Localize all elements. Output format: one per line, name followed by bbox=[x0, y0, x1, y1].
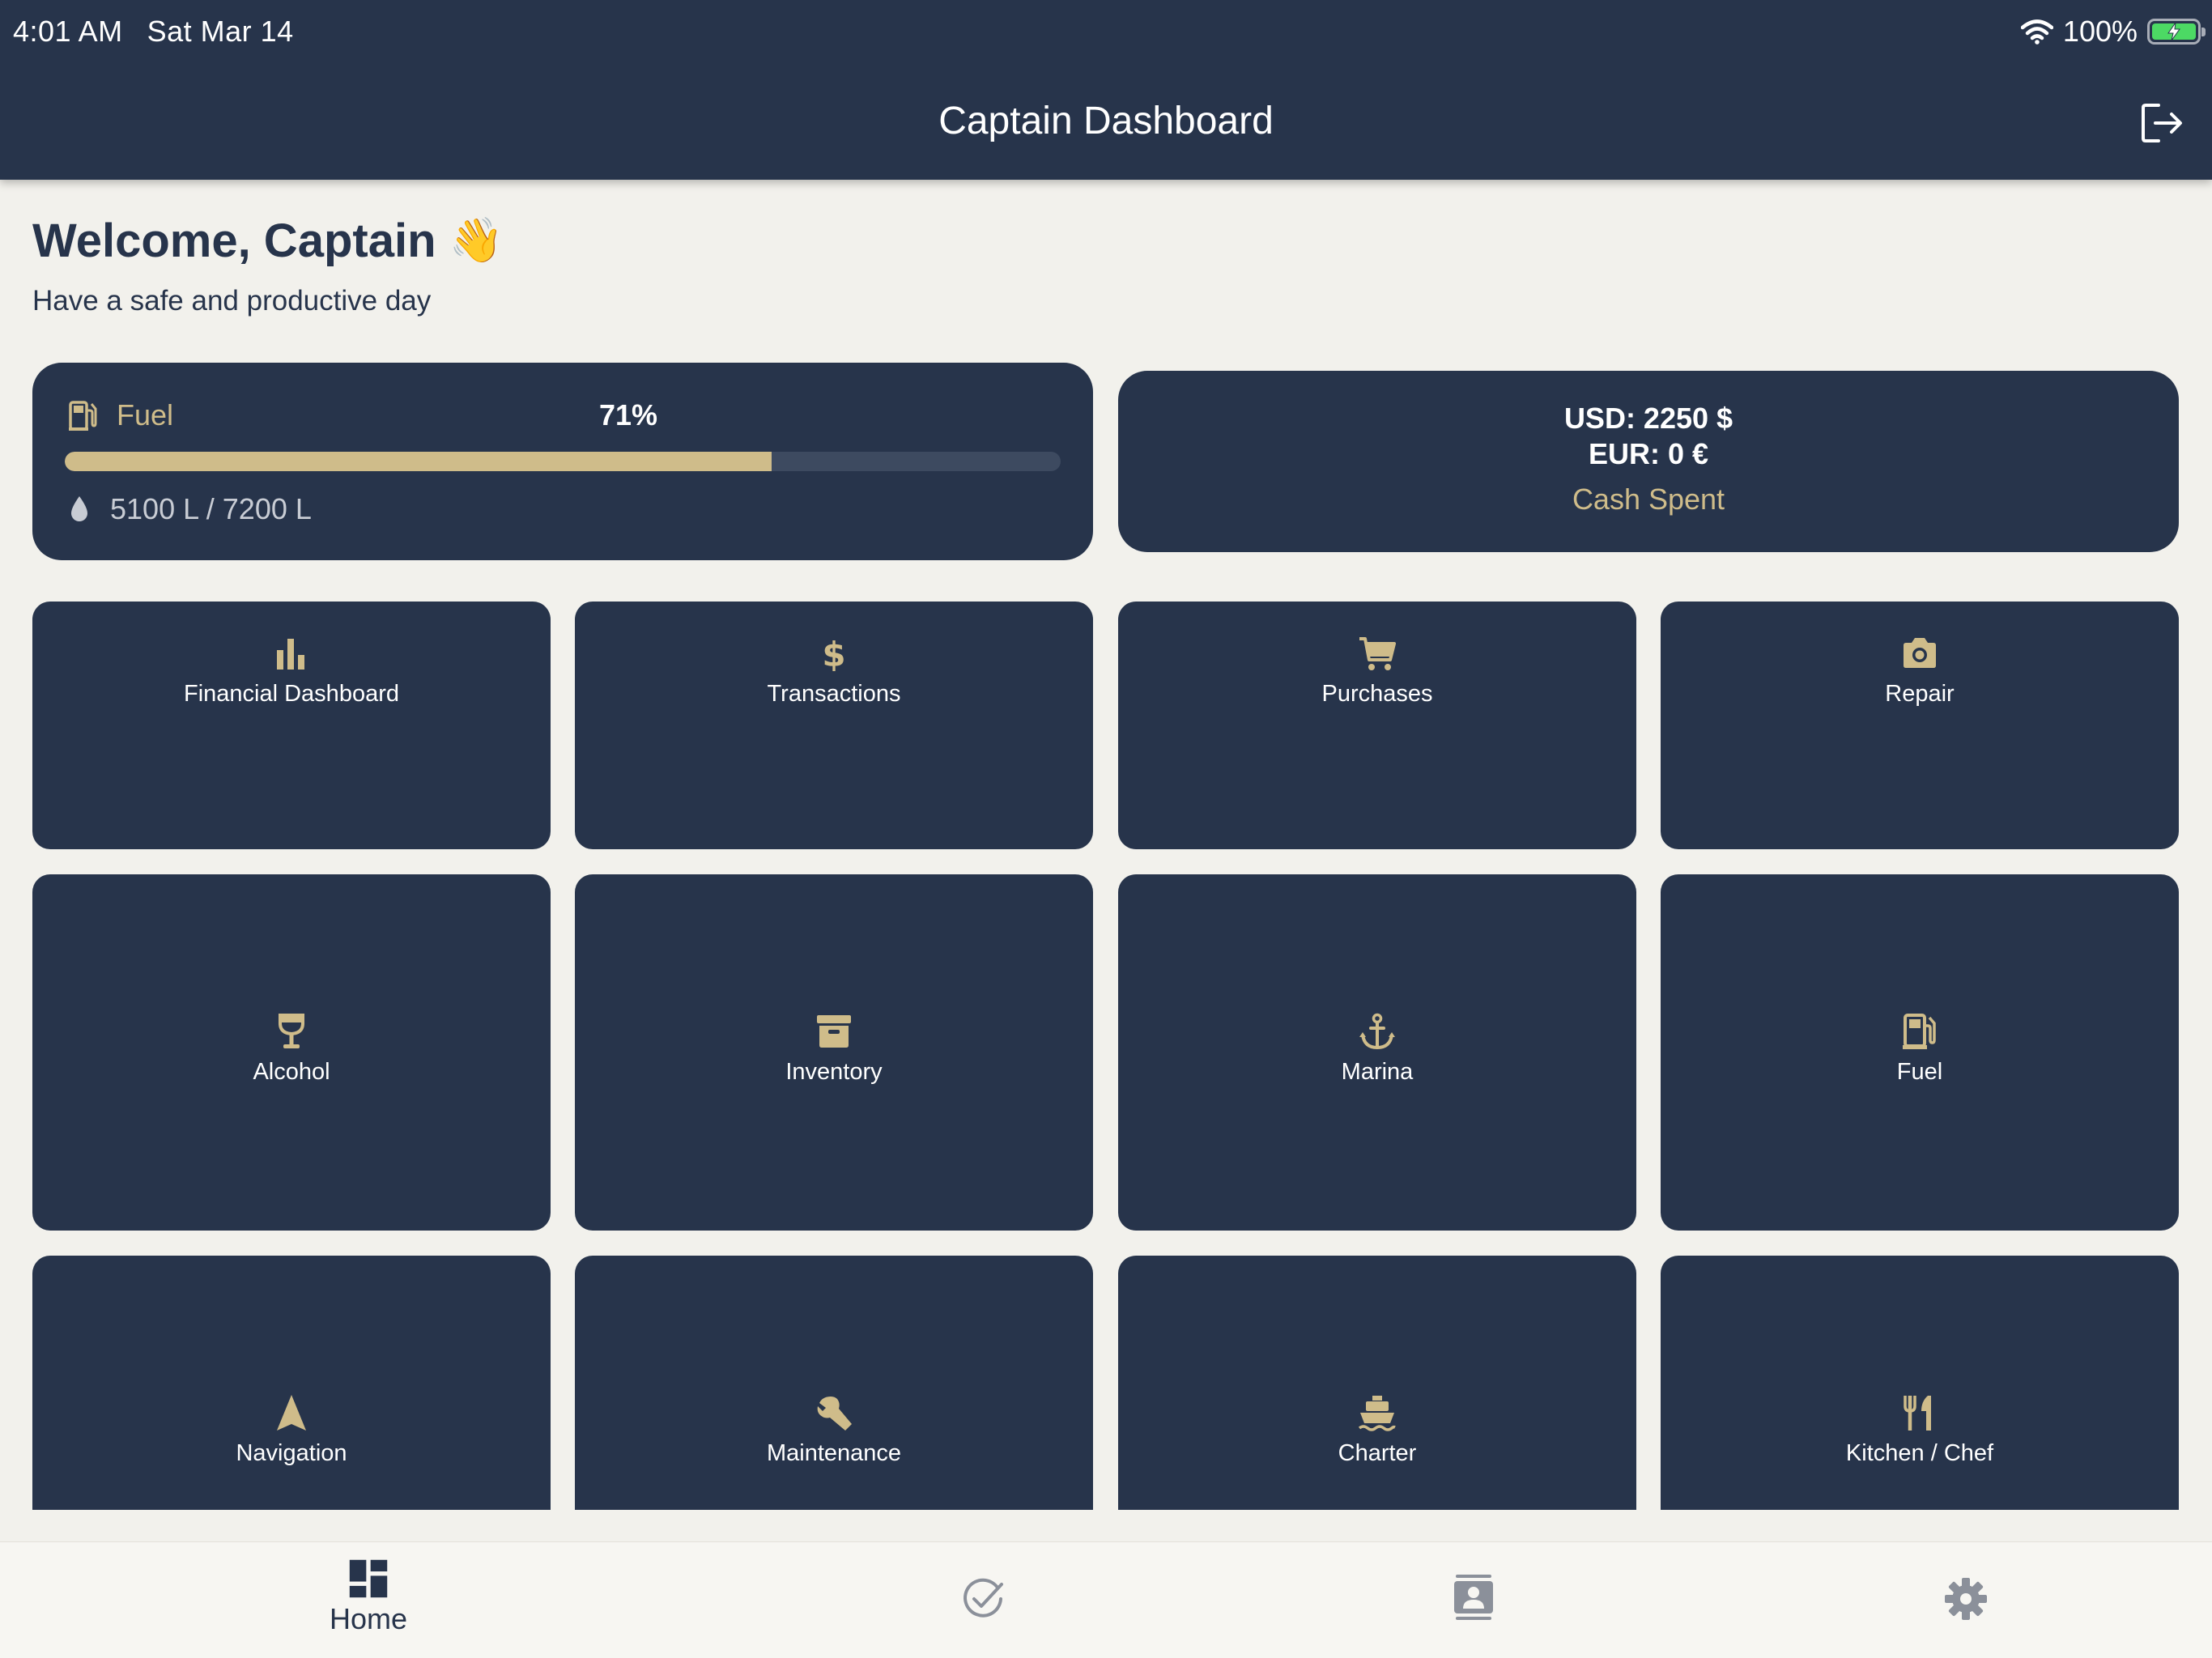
tile-marina[interactable]: Marina bbox=[1118, 874, 1636, 1231]
tile-label: Fuel bbox=[1896, 1059, 1943, 1085]
archive-box-icon bbox=[817, 1015, 851, 1048]
status-time: 4:01 AM bbox=[13, 15, 123, 48]
wrench-icon bbox=[817, 1397, 852, 1431]
camera-icon bbox=[1904, 638, 1936, 668]
tile-label: Financial Dashboard bbox=[184, 681, 399, 707]
fuel-amount: 5100 L / 7200 L bbox=[110, 492, 312, 525]
tile-alcohol[interactable]: Alcohol bbox=[32, 874, 551, 1231]
gas-pump-icon bbox=[69, 401, 97, 431]
tile-label: Purchases bbox=[1321, 681, 1433, 707]
wifi-icon bbox=[2020, 19, 2053, 45]
tile-financial-dashboard[interactable]: Financial Dashboard bbox=[32, 602, 551, 849]
bar-chart-icon bbox=[277, 639, 304, 670]
tile-navigation[interactable]: Navigation bbox=[32, 1256, 551, 1510]
fuel-progress-fill bbox=[65, 452, 772, 471]
fuel-label: Fuel bbox=[117, 398, 174, 432]
tile-repair[interactable]: Repair bbox=[1661, 602, 2179, 849]
gas-pump-icon bbox=[1903, 1014, 1936, 1049]
cash-eur: EUR: 0 € bbox=[1588, 437, 1709, 470]
navigation-arrow-icon bbox=[277, 1395, 306, 1431]
welcome-heading: Welcome, Captain 👋 bbox=[32, 214, 504, 268]
battery-percent: 100% bbox=[2062, 15, 2138, 48]
tile-label: Maintenance bbox=[766, 1440, 902, 1466]
cash-usd: USD: 2250 $ bbox=[1563, 402, 1733, 435]
tile-label: Charter bbox=[1338, 1440, 1417, 1466]
tile-transactions[interactable]: $ Transactions bbox=[575, 602, 1093, 849]
contact-book-icon bbox=[1454, 1575, 1493, 1620]
check-circle-icon bbox=[963, 1578, 1003, 1618]
welcome-subtitle: Have a safe and productive day bbox=[32, 285, 432, 317]
fuel-label-row: Fuel bbox=[68, 398, 173, 432]
tile-label: Inventory bbox=[785, 1059, 883, 1085]
page-title: Captain Dashboard bbox=[938, 100, 1274, 142]
tile-label: Marina bbox=[1341, 1059, 1414, 1085]
cash-spent-label: Cash Spent bbox=[1572, 483, 1725, 516]
tile-purchases[interactable]: Purchases bbox=[1118, 602, 1636, 849]
status-bar-time-date: 4:01 AM Sat Mar 14 bbox=[13, 15, 294, 49]
svg-text:$: $ bbox=[822, 635, 845, 673]
bottom-tab-bar: Home bbox=[0, 1541, 2212, 1658]
cash-spent-card[interactable]: USD: 2250 $ EUR: 0 € Cash Spent bbox=[1118, 371, 2179, 552]
tab-tasks[interactable] bbox=[902, 1576, 1064, 1622]
droplet-icon bbox=[71, 496, 87, 521]
cart-icon bbox=[1359, 637, 1396, 670]
fuel-summary-card[interactable]: Fuel 71% 5100 L / 7200 L bbox=[32, 363, 1093, 560]
tab-home[interactable]: Home bbox=[287, 1558, 449, 1636]
tab-settings[interactable] bbox=[1885, 1576, 2047, 1622]
status-date: Sat Mar 14 bbox=[147, 15, 294, 48]
fuel-amount-row: 5100 L / 7200 L bbox=[68, 492, 312, 526]
tab-contacts[interactable] bbox=[1393, 1571, 1555, 1623]
tile-label: Alcohol bbox=[253, 1059, 330, 1085]
logout-icon[interactable] bbox=[2139, 100, 2184, 146]
fuel-percent: 71% bbox=[599, 398, 658, 432]
welcome-title-text: Welcome, Captain bbox=[32, 215, 436, 267]
tile-charter[interactable]: Charter bbox=[1118, 1256, 1636, 1510]
tile-label: Kitchen / Chef bbox=[1845, 1440, 1994, 1466]
tile-inventory[interactable]: Inventory bbox=[575, 874, 1093, 1231]
dashboard-grid-icon bbox=[349, 1559, 388, 1598]
tile-label: Navigation bbox=[236, 1440, 347, 1466]
tile-kitchen-chef[interactable]: Kitchen / Chef bbox=[1661, 1256, 2179, 1510]
waving-hand-icon: 👋 bbox=[449, 216, 504, 265]
dollar-icon: $ bbox=[822, 635, 845, 673]
glass-icon bbox=[279, 1014, 304, 1048]
ship-icon bbox=[1358, 1396, 1396, 1431]
tab-home-label: Home bbox=[329, 1602, 408, 1635]
top-bar: 4:01 AM Sat Mar 14 100% Captain Dashboard bbox=[0, 0, 2212, 180]
tile-fuel[interactable]: Fuel bbox=[1661, 874, 2179, 1231]
status-bar-indicators: 100% bbox=[2020, 11, 2206, 52]
fuel-progress-bar bbox=[65, 452, 1061, 471]
gear-icon bbox=[1945, 1578, 1987, 1620]
tile-label: Repair bbox=[1885, 681, 1955, 707]
tile-label: Transactions bbox=[767, 681, 901, 707]
battery-icon bbox=[2147, 19, 2206, 45]
anchor-icon bbox=[1359, 1013, 1395, 1050]
tile-maintenance[interactable]: Maintenance bbox=[575, 1256, 1093, 1510]
utensils-icon bbox=[1904, 1396, 1931, 1431]
